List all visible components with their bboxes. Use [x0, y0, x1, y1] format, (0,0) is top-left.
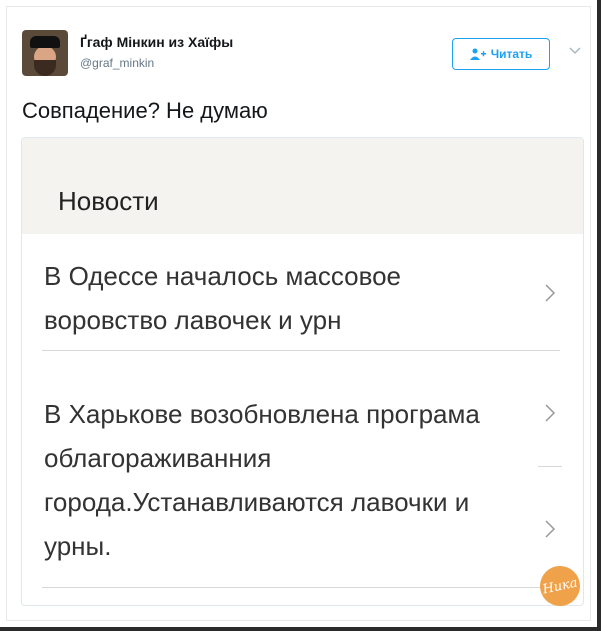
follow-button[interactable]: Читать — [452, 38, 550, 70]
news-divider-fragment — [538, 466, 562, 467]
news-item-kharkiv[interactable]: В Харькове возобновлена програма облагор… — [44, 392, 504, 568]
news-card: Новости В Одессе началось массовое воров… — [21, 137, 584, 606]
add-user-icon — [469, 48, 486, 60]
chevron-down-icon[interactable] — [568, 44, 582, 58]
author-name[interactable]: Ґгаф Мінкин из Хаїфы — [80, 34, 233, 50]
avatar-hat — [30, 36, 60, 48]
card-title: Новости — [58, 186, 159, 216]
avatar[interactable] — [22, 30, 68, 76]
author-handle[interactable]: @graf_minkin — [80, 56, 154, 70]
news-item-odessa[interactable]: В Одессе началось массовое воровство лав… — [44, 254, 514, 342]
watermark-label: Ника — [541, 575, 579, 598]
chevron-right-icon[interactable] — [543, 282, 557, 304]
follow-button-label: Читать — [490, 47, 533, 61]
avatar-beard — [34, 60, 56, 76]
chevron-right-icon[interactable] — [543, 402, 557, 424]
news-divider — [42, 350, 560, 351]
news-divider — [42, 587, 560, 588]
chevron-right-icon[interactable] — [543, 518, 557, 540]
card-header: Новости — [22, 138, 583, 234]
tweet-text: Совпадение? Не думаю — [22, 98, 268, 123]
screenshot-frame: Ґгаф Мінкин из Хаїфы @graf_minkin Читать… — [0, 0, 601, 631]
